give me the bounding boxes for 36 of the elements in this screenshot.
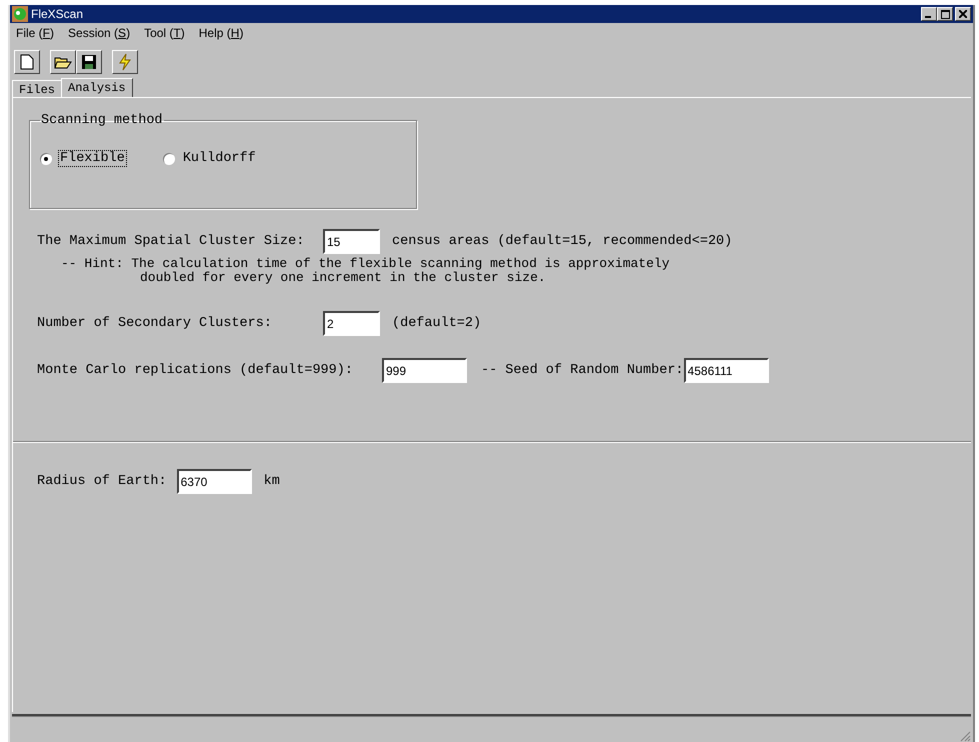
input-field[interactable]: 4586111 <box>684 358 769 383</box>
group-title: Scanning method <box>40 113 164 128</box>
unit-label: km <box>264 474 280 489</box>
menu-item[interactable]: File (F) <box>16 26 54 40</box>
radio-option[interactable]: Kulldorff <box>162 150 258 167</box>
lightning-icon <box>118 53 132 71</box>
close-icon <box>959 10 967 18</box>
tab[interactable]: Files <box>12 80 62 97</box>
menu-item[interactable]: Help (H) <box>198 26 244 40</box>
close-button[interactable] <box>955 7 971 21</box>
window-title: FleXScan <box>31 7 84 21</box>
hint-text: doubled for every one increment in the cluster size. <box>139 271 547 285</box>
maximize-button[interactable] <box>937 7 953 21</box>
field-label: -- Seed of Random Number: <box>481 363 684 378</box>
field-note: (default=2) <box>392 316 482 331</box>
menu-item[interactable]: Session (S) <box>68 26 130 40</box>
input-field[interactable]: 6370 <box>176 469 252 494</box>
app-icon <box>12 6 28 22</box>
field-label: Number of Secondary Clusters: <box>37 316 273 331</box>
tab[interactable]: Analysis <box>61 78 133 98</box>
maximize-icon <box>940 10 950 18</box>
hint-text: -- Hint: The calculation time of the flexible scanning method is approximately <box>61 257 670 271</box>
field-label: Monte Carlo replications (default=999): <box>37 363 354 378</box>
field-label: The Maximum Spatial Cluster Size: <box>37 234 306 249</box>
menu-item[interactable]: Tool (T) <box>144 26 185 40</box>
run-button[interactable] <box>112 50 138 74</box>
save-button[interactable] <box>76 50 102 74</box>
input-field[interactable]: 2 <box>323 311 380 336</box>
field-label: Radius of Earth: <box>37 474 167 489</box>
input-field[interactable]: 999 <box>382 358 467 383</box>
field-note: census areas (default=15, recommended<=20) <box>392 234 732 249</box>
new-file-button[interactable] <box>14 50 40 74</box>
input-field[interactable]: 15 <box>323 229 380 254</box>
blank-page-icon <box>20 54 34 70</box>
minimize-button[interactable] <box>921 7 937 21</box>
open-folder-button[interactable] <box>50 50 76 74</box>
